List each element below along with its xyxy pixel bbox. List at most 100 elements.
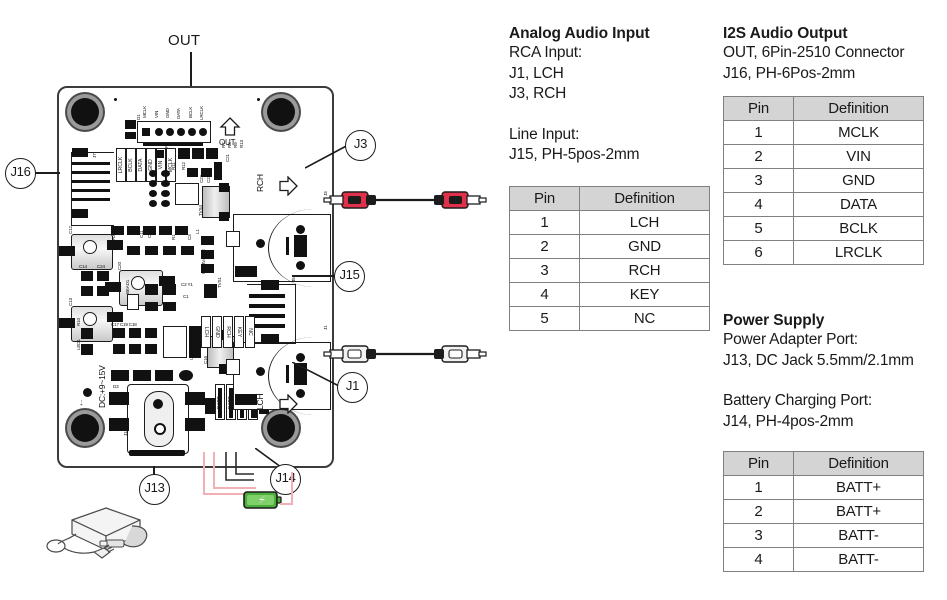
- refdes-c17: C17 C19 C18: [111, 322, 137, 327]
- pin-definition: NC: [579, 306, 710, 331]
- j13-pad-right-2: [185, 418, 205, 431]
- j13-pad-right-1: [185, 392, 205, 405]
- pin-number: 3: [723, 523, 794, 548]
- component-c19b: [129, 344, 141, 354]
- component-c1: [145, 302, 158, 311]
- col-header-pin: Pin: [509, 186, 580, 211]
- pin-number: 2: [509, 234, 580, 259]
- i2s-pin-table: Pin Definition 1 MCLK 2 VIN 3 GND 4 DATA…: [723, 96, 924, 265]
- component-r7: [178, 148, 190, 159]
- refdes-c11: C11: [139, 230, 144, 239]
- power-line-0: Power Adapter Port:: [723, 331, 858, 348]
- j1-signal-pin: [296, 353, 305, 362]
- table-row: 6 LRCLK: [723, 240, 924, 265]
- table-row: 5 NC: [509, 306, 710, 331]
- pin-definition: MCLK: [793, 120, 924, 145]
- power-sub-line-1: J14, PH-4pos-2mm: [723, 412, 854, 430]
- component-c9b: [161, 190, 170, 197]
- pin-definition: LCH: [579, 210, 710, 235]
- component-d7b: [155, 370, 173, 381]
- refdes-c10: C10: [147, 230, 152, 238]
- regulator-1-pad-b: [219, 212, 229, 221]
- table-row: 4 KEY: [509, 282, 710, 307]
- i2s-line-1: J16, PH-6Pos-2mm: [723, 64, 856, 82]
- component-c17: [113, 328, 125, 338]
- component-r10: [81, 328, 93, 339]
- j15-pad-5[interactable]: [261, 334, 279, 344]
- power-adapter-illustration: [44, 496, 164, 567]
- refdes-c21: C21: [225, 154, 230, 162]
- table-row: 1 MCLK: [723, 120, 924, 145]
- callout-j3[interactable]: J3: [345, 130, 376, 161]
- j3-slot-mark: [286, 237, 289, 255]
- refdes-c12: C12: [68, 226, 73, 234]
- j16-label-bclk: BCLK: [126, 148, 136, 182]
- component-ic-logo: [163, 326, 187, 358]
- callout-j1[interactable]: J1: [337, 372, 368, 403]
- component-c8: [149, 180, 157, 187]
- out-connector-header[interactable]: [137, 121, 211, 143]
- j1-slot-mark: [286, 365, 289, 383]
- j16-trace-3: [72, 180, 110, 183]
- refdes-r8: R8: [227, 142, 232, 148]
- table-row: 4 BATT-: [723, 547, 924, 572]
- component-r8: [192, 148, 204, 159]
- callout-j16[interactable]: J16: [5, 158, 36, 189]
- refdes-d3: D3: [113, 384, 119, 389]
- j15-pad-1[interactable]: [261, 280, 279, 290]
- refdes-r4: R4: [164, 142, 169, 148]
- j15-label-nc: NC: [245, 316, 255, 348]
- j16-trace-4: [72, 189, 110, 192]
- pin-definition: BATT+: [793, 499, 924, 524]
- refdes-j13: J13: [123, 429, 128, 436]
- out-pin-label-vin: VIN: [154, 110, 159, 118]
- pin-number: 3: [723, 168, 794, 193]
- component-c3c: [181, 246, 194, 255]
- refdes-tvs1: TVS1: [217, 277, 222, 288]
- j3-pad-bottom: [235, 266, 257, 277]
- refdes-l1: L1: [195, 229, 200, 234]
- pin-definition: KEY: [579, 282, 710, 307]
- component-r4: [155, 150, 164, 158]
- out-pin-label-lrclk: LRCLK: [199, 106, 204, 120]
- refdes-u2: U2: [189, 354, 194, 360]
- refdes-r13: R13: [239, 140, 244, 148]
- table-row: 4 DATA: [723, 192, 924, 217]
- out-pin-label-bclk: BCLK: [188, 106, 193, 118]
- table-header-row: Pin Definition: [509, 186, 710, 211]
- j16-label-mclk2: LRCLK: [116, 148, 126, 182]
- rch-label: RCH: [255, 174, 265, 192]
- component-tvs1: [204, 284, 217, 298]
- refdes-r7: R7: [221, 142, 226, 148]
- table-header-row: Pin Definition: [723, 451, 924, 476]
- table-row: 3 BATT-: [723, 523, 924, 548]
- i2s-line-0: OUT, 6Pin-2510 Connector: [723, 44, 905, 61]
- pin-number: 5: [509, 306, 580, 331]
- component-c24-a: [97, 271, 109, 281]
- j15-leader-line: [292, 275, 336, 277]
- refdes-c22: C22: [199, 175, 204, 183]
- mounting-hole-bottom-right: [267, 414, 295, 442]
- j16-trace-2: [72, 171, 110, 174]
- j16-pad-6[interactable]: [72, 209, 88, 218]
- pin-definition: BATT-: [793, 547, 924, 572]
- table-row: 1 BATT+: [723, 475, 924, 500]
- out-pin-label-data: DATA: [176, 108, 181, 119]
- component-c3: [149, 170, 157, 177]
- refdes-r10: R10: [76, 318, 81, 326]
- component-c12-pad-l: [59, 246, 75, 256]
- j16-pad-1[interactable]: [72, 148, 88, 157]
- lch-label: LCH: [255, 393, 265, 410]
- component-r11-pad: [187, 168, 198, 177]
- out-pin-label-mclk: MCLK: [142, 106, 147, 118]
- col-header-definition: Definition: [579, 186, 710, 211]
- power-section-title: Power Supply: [723, 312, 825, 329]
- j14-pad-left[interactable]: [205, 398, 215, 414]
- callout-j15[interactable]: J15: [334, 261, 365, 292]
- out-pin-2: [155, 128, 163, 136]
- j3-center-pad: [294, 235, 307, 257]
- component-c8b: [161, 180, 170, 187]
- rca-cable-white: [322, 342, 488, 371]
- j13-dc-jack[interactable]: [127, 384, 189, 454]
- i2s-section-title: I2S Audio Output: [723, 25, 848, 42]
